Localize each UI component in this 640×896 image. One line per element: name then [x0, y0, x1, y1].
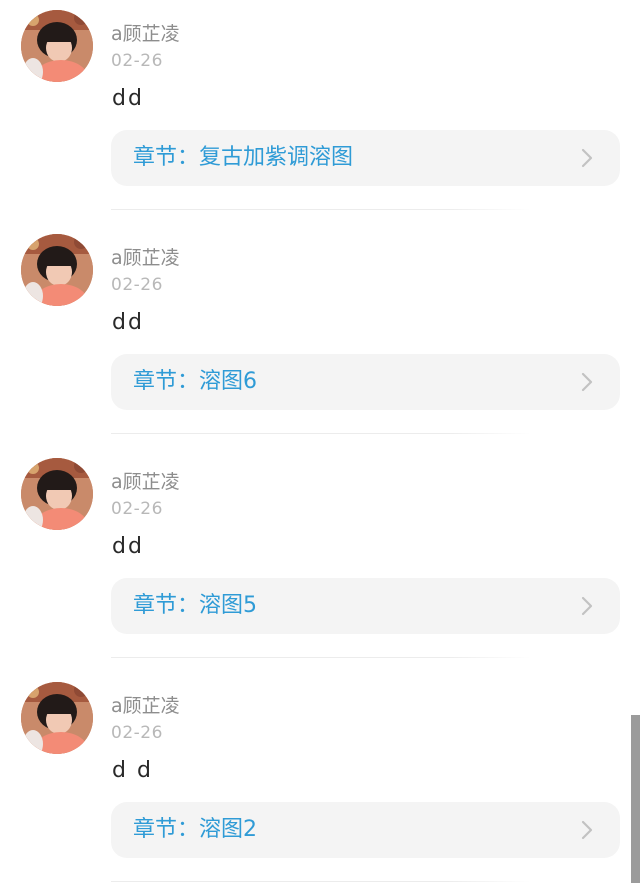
chevron-right-icon: [581, 820, 593, 840]
post-date: 02-26: [111, 723, 163, 743]
post-date: 02-26: [111, 51, 163, 71]
comment-text: dd: [112, 310, 144, 335]
avatar-image: [21, 458, 93, 530]
username[interactable]: a顾芷凌: [111, 22, 180, 46]
chapter-link-card[interactable]: 章节：溶图6: [111, 354, 620, 410]
chevron-right-icon: [581, 372, 593, 392]
comment-item: a顾芷凌 02-26 dd 章节：复古加紫调溶图: [0, 0, 640, 224]
chapter-link-card[interactable]: 章节：溶图5: [111, 578, 620, 634]
username[interactable]: a顾芷凌: [111, 470, 180, 494]
avatar[interactable]: [21, 682, 93, 754]
divider: [111, 209, 531, 210]
comment-item: a顾芷凌 02-26 dd 章节：溶图5: [0, 448, 640, 672]
scrollbar[interactable]: [631, 715, 640, 883]
divider: [111, 657, 531, 658]
avatar[interactable]: [21, 234, 93, 306]
avatar-image: [21, 234, 93, 306]
comment-text: dd: [112, 86, 144, 111]
chapter-label: 章节：复古加紫调溶图: [133, 145, 354, 170]
username[interactable]: a顾芷凌: [111, 694, 180, 718]
chapter-label: 章节：溶图2: [133, 817, 257, 842]
chapter-label: 章节：溶图6: [133, 369, 257, 394]
avatar[interactable]: [21, 458, 93, 530]
comment-text: d d: [112, 758, 153, 783]
chevron-right-icon: [581, 596, 593, 616]
post-date: 02-26: [111, 499, 163, 519]
chevron-right-icon: [581, 148, 593, 168]
username[interactable]: a顾芷凌: [111, 246, 180, 270]
avatar-image: [21, 10, 93, 82]
divider: [111, 881, 531, 882]
chapter-label: 章节：溶图5: [133, 593, 257, 618]
chapter-link-card[interactable]: 章节：复古加紫调溶图: [111, 130, 620, 186]
avatar[interactable]: [21, 10, 93, 82]
chapter-link-card[interactable]: 章节：溶图2: [111, 802, 620, 858]
comment-text: dd: [112, 534, 144, 559]
post-date: 02-26: [111, 275, 163, 295]
comment-feed: a顾芷凌 02-26 dd 章节：复古加紫调溶图 a顾芷凌 02-26 dd 章…: [0, 0, 640, 896]
comment-item: a顾芷凌 02-26 dd 章节：溶图6: [0, 224, 640, 448]
divider: [111, 433, 531, 434]
comment-item: a顾芷凌 02-26 d d 章节：溶图2: [0, 672, 640, 896]
avatar-image: [21, 682, 93, 754]
